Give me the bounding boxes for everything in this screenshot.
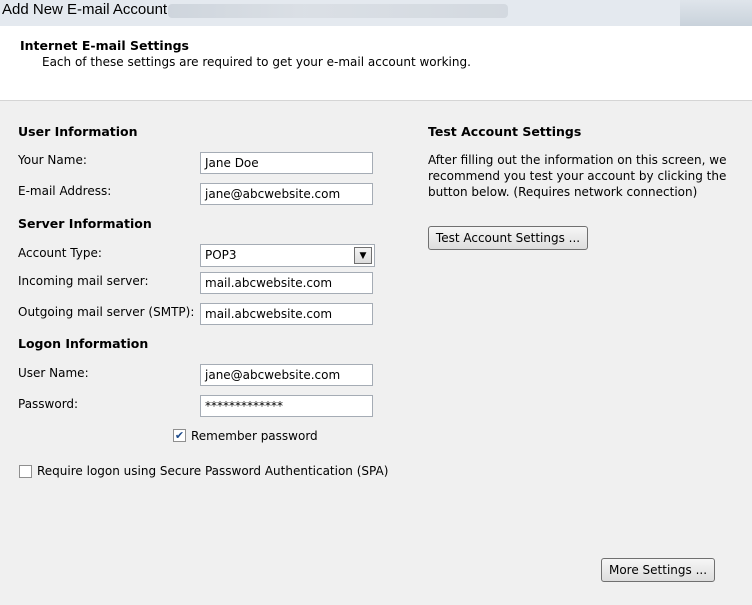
password-input[interactable]: ************* (200, 395, 373, 417)
user-name-input[interactable]: jane@abcwebsite.com (200, 364, 373, 386)
user-information-heading: User Information (18, 124, 138, 139)
your-name-label: Your Name: (18, 153, 87, 167)
title-bar-background (168, 4, 508, 18)
remember-password-checkbox[interactable]: ✔ (173, 429, 186, 442)
test-account-heading: Test Account Settings (428, 124, 582, 139)
test-account-description: After filling out the information on thi… (428, 152, 728, 200)
settings-header: Internet E-mail Settings Each of these s… (0, 26, 752, 101)
incoming-server-input[interactable]: mail.abcwebsite.com (200, 272, 373, 294)
title-bar-background-right (680, 0, 752, 26)
password-label: Password: (18, 397, 79, 411)
incoming-server-label: Incoming mail server: (18, 274, 149, 288)
header-title: Internet E-mail Settings (20, 38, 189, 53)
title-bar: Add New E-mail Account (0, 0, 752, 26)
outgoing-server-label: Outgoing mail server (SMTP): (18, 305, 195, 319)
test-account-settings-button[interactable]: Test Account Settings ... (428, 226, 588, 250)
logon-information-heading: Logon Information (18, 336, 149, 351)
remember-password-label: Remember password (191, 429, 318, 443)
checkmark-icon: ✔ (174, 429, 185, 442)
chevron-down-icon[interactable]: ▼ (354, 247, 372, 264)
your-name-input[interactable]: Jane Doe (200, 152, 373, 174)
account-type-value: POP3 (205, 248, 237, 262)
account-type-label: Account Type: (18, 246, 102, 260)
window-title: Add New E-mail Account (2, 1, 168, 18)
test-description-line-1: After filling out the information on thi… (428, 153, 727, 167)
email-address-input[interactable]: jane@abcwebsite.com (200, 183, 373, 205)
spa-checkbox[interactable] (19, 465, 32, 478)
user-name-label: User Name: (18, 366, 89, 380)
account-type-select[interactable]: POP3 ▼ (200, 244, 375, 267)
test-description-line-3: button below. (Requires network connecti… (428, 185, 698, 199)
test-description-line-2: recommend you test your account by click… (428, 169, 727, 183)
outgoing-server-input[interactable]: mail.abcwebsite.com (200, 303, 373, 325)
email-address-label: E-mail Address: (18, 184, 112, 198)
spa-label: Require logon using Secure Password Auth… (37, 464, 389, 478)
header-subtitle: Each of these settings are required to g… (42, 55, 471, 69)
more-settings-button[interactable]: More Settings ... (601, 558, 715, 582)
server-information-heading: Server Information (18, 216, 152, 231)
